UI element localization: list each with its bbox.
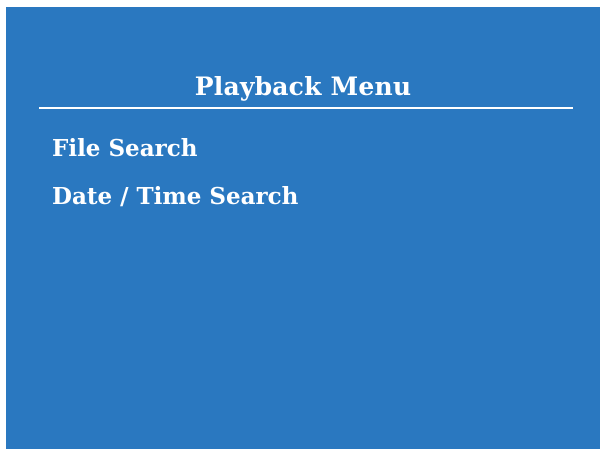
menu-list: File Search Date / Time Search (52, 125, 298, 221)
title-divider (39, 107, 573, 109)
menu-title: Playback Menu (194, 72, 412, 101)
playback-menu-screen: Playback Menu File Search Date / Time Se… (6, 7, 600, 449)
menu-item-date-time-search[interactable]: Date / Time Search (52, 173, 298, 221)
menu-item-file-search[interactable]: File Search (52, 125, 298, 173)
